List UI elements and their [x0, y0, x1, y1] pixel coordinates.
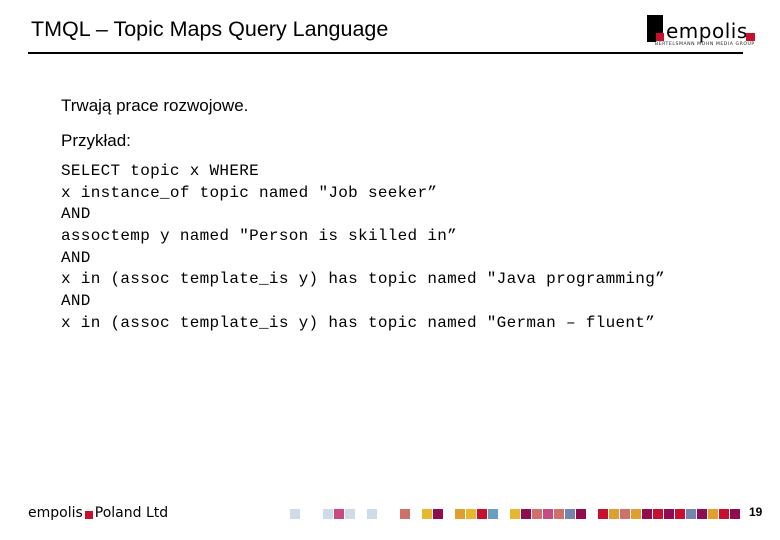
- logo-black-bar: [647, 15, 656, 42]
- logo-tagline: Bertelsmann Mohn Media Group: [655, 42, 755, 47]
- code-line: x in (assoc template_is y) has topic nam…: [61, 270, 665, 289]
- decor-square: [631, 509, 641, 519]
- logo-wordmark: empolis: [666, 19, 748, 43]
- decor-square: [521, 509, 531, 519]
- decor-square: [675, 509, 685, 519]
- decor-square: [290, 509, 300, 519]
- decor-square: [653, 509, 663, 519]
- decor-square: [730, 509, 740, 519]
- logo-red-square: [656, 33, 664, 41]
- decor-square: [697, 509, 707, 519]
- code-block: SELECT topic x WHERE x instance_of topic …: [61, 161, 665, 335]
- decor-square: [543, 509, 553, 519]
- decor-square: [466, 509, 476, 519]
- code-line: assoctemp y named "Person is skilled in”: [61, 227, 458, 246]
- decor-square: [664, 509, 674, 519]
- code-line: x in (assoc template_is y) has topic nam…: [61, 313, 656, 332]
- decor-square: [554, 509, 564, 519]
- decor-square: [510, 509, 520, 519]
- decor-square: [488, 509, 498, 519]
- decor-square: [455, 509, 465, 519]
- code-line: AND: [61, 205, 91, 224]
- decorative-squares: [0, 509, 780, 519]
- decor-square: [433, 509, 443, 519]
- decor-square: [620, 509, 630, 519]
- decor-square: [400, 509, 410, 519]
- code-line: x instance_of topic named "Job seeker”: [61, 183, 438, 202]
- decor-square: [686, 509, 696, 519]
- decor-square: [576, 509, 586, 519]
- title-rule: [28, 52, 743, 54]
- empolis-logo: empolis Bertelsmann Mohn Media Group: [647, 15, 762, 49]
- code-line: AND: [61, 292, 91, 311]
- decor-square: [598, 509, 608, 519]
- code-line: AND: [61, 248, 91, 267]
- decor-square: [708, 509, 718, 519]
- slide-title: TMQL – Topic Maps Query Language: [31, 17, 389, 41]
- decor-square: [642, 509, 652, 519]
- lead-text-example: Przykład:: [61, 131, 131, 150]
- decor-square: [532, 509, 542, 519]
- decor-square: [323, 509, 333, 519]
- lead-text-status: Trwają prace rozwojowe.: [61, 96, 249, 115]
- decor-square: [565, 509, 575, 519]
- decor-square: [334, 509, 344, 519]
- page-number: 19: [749, 505, 763, 519]
- decor-square: [345, 509, 355, 519]
- decor-square: [609, 509, 619, 519]
- logo-red-square-end: [746, 33, 755, 41]
- decor-square: [719, 509, 729, 519]
- decor-square: [422, 509, 432, 519]
- code-line: SELECT topic x WHERE: [61, 162, 260, 180]
- decor-square: [367, 509, 377, 519]
- decor-square: [477, 509, 487, 519]
